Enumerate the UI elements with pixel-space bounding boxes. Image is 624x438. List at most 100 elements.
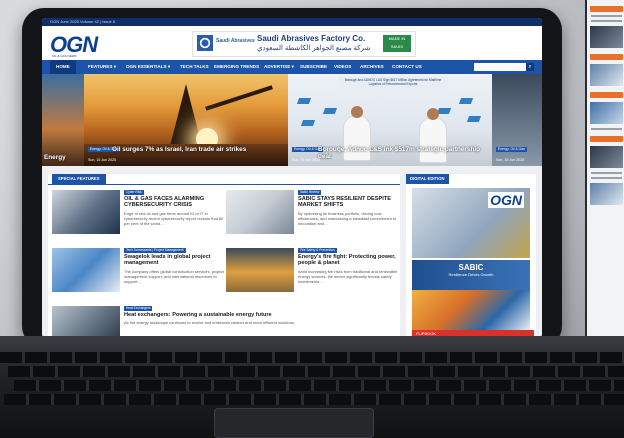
- sidebar-heading: DIGITAL EDITION: [406, 174, 449, 184]
- nav-home[interactable]: HOME: [50, 60, 76, 74]
- adnoc-logo-icon: [466, 116, 482, 122]
- key-row: [8, 366, 624, 377]
- article-card[interactable]: Fire Safety & Prevention Energy's fire f…: [226, 248, 398, 296]
- side-thumb: [590, 183, 623, 205]
- article-tag[interactable]: Fire Safety & Prevention: [298, 248, 337, 253]
- key-row: [4, 394, 624, 405]
- hero-edge-date: Sun, 15 Jun 2025: [496, 158, 525, 162]
- side-text-line: [591, 15, 622, 17]
- side-heading-bar: [590, 136, 623, 142]
- article-card[interactable]: Tech Turnarounds | Project Management Sw…: [52, 248, 224, 296]
- trackpad: [214, 408, 374, 438]
- site-header: OGN OIL & GAS NEWS Saudi Abrasives Saudi…: [42, 26, 542, 60]
- article-title[interactable]: Heat exchangers: Powering a sustainable …: [124, 312, 324, 318]
- adnoc-logo-icon: [322, 108, 338, 114]
- cover-bottom-image: [412, 290, 530, 330]
- article-title[interactable]: Energy's fire fight: Protecting power, p…: [298, 254, 398, 267]
- article-card[interactable]: Cyber Risk OIL & GAS FACES ALARMING CYBE…: [52, 190, 224, 238]
- nav-ogn-essentials[interactable]: OGN ESSENTIALS ▾: [126, 60, 170, 74]
- tablet-device: OGN June 2025 Volume 42 | Issue 6 OGN OI…: [22, 8, 562, 348]
- section-title: SPECIAL FEATURES: [52, 174, 106, 184]
- search-icon[interactable]: ⌕: [526, 63, 534, 71]
- nav-videos[interactable]: VIDEOS: [334, 60, 351, 74]
- side-text-line: [591, 128, 622, 130]
- nav-advertise[interactable]: ADVERTISE ▾: [264, 60, 294, 74]
- nav-subscribe[interactable]: SUBSCRIBE: [300, 60, 327, 74]
- nav-archives[interactable]: ARCHIVES: [360, 60, 384, 74]
- digital-edition-cover[interactable]: OGN SABIC Resilience Drives Growth FLIPB…: [412, 188, 534, 338]
- nav-tech-talks[interactable]: TECH TALKS: [180, 60, 209, 74]
- article-excerpt: As the energy landscape continues to evo…: [124, 320, 295, 325]
- article-title[interactable]: SABIC STAYS RESILIENT DESPITE MARKET SHI…: [298, 196, 398, 209]
- search-input[interactable]: ⌕: [474, 63, 534, 71]
- side-thumb: [590, 146, 623, 168]
- hero-edge-tag[interactable]: Energy, Oil & Gas: [496, 147, 527, 152]
- person-head: [351, 106, 363, 118]
- cover-feature: SABIC Resilience Drives Growth: [412, 260, 530, 290]
- hero-left-caption: Energy: [44, 154, 66, 161]
- article-excerpt: Edge of mid oil and gas firms around ID …: [124, 211, 224, 226]
- ad-badge: MADE IN SAUDI: [383, 35, 411, 52]
- key-row: [0, 352, 624, 363]
- hero-right-title[interactable]: Borouge, Adnoc L&S ink $517m strategic p…: [318, 146, 488, 160]
- content-area: SPECIAL FEATURES Cyber Risk OIL & GAS FA…: [42, 166, 542, 338]
- cover-image: OGN: [412, 188, 530, 258]
- side-text-line: [591, 177, 622, 179]
- hero-right-date: Sun, 15 Jun 2025: [292, 158, 321, 162]
- nav-contact-us[interactable]: CONTACT US: [392, 60, 422, 74]
- article-tag[interactable]: Tech Turnarounds | Project Management: [124, 248, 186, 253]
- side-thumb: [590, 64, 623, 86]
- article-tag[interactable]: Sabic Review: [298, 190, 322, 195]
- article-thumb[interactable]: [226, 248, 294, 292]
- side-thumb: [590, 102, 623, 124]
- article-excerpt: Amid increasing fire risks from traditio…: [298, 269, 398, 284]
- article-excerpt: The company offers global construction s…: [124, 269, 224, 284]
- side-heading-bar: [590, 6, 623, 12]
- cover-brand: SABIC: [458, 263, 484, 272]
- article-thumb[interactable]: [52, 248, 120, 292]
- adnoc-logo-icon: [436, 108, 452, 114]
- side-text-line: [591, 20, 622, 22]
- side-text-line: [591, 172, 622, 174]
- cover-subtitle: Resilience Drives Growth: [448, 272, 494, 277]
- ad-title: Saudi Abrasives Factory Co.: [257, 34, 366, 43]
- article-tag[interactable]: Cyber Risk: [124, 190, 144, 195]
- article-title[interactable]: Swagelok leads in global project managem…: [124, 254, 224, 267]
- top-strip: OGN June 2025 Volume 42 | Issue 6: [42, 18, 542, 26]
- nav-features[interactable]: FEATURES ▾: [88, 60, 116, 74]
- hero-slide-edge[interactable]: Energy, Oil & Gas Sun, 15 Jun 2025: [492, 74, 542, 166]
- ad-logo-icon: [197, 35, 213, 51]
- header-ad-banner[interactable]: Saudi Abrasives Saudi Abrasives Factory …: [192, 31, 416, 57]
- rig-crane: [205, 85, 273, 111]
- side-heading-bar: [590, 54, 623, 60]
- main-nav: HOME FEATURES ▾ OGN ESSENTIALS ▾ TECH TA…: [42, 60, 542, 74]
- tablet-screen: OGN June 2025 Volume 42 | Issue 6 OGN OI…: [42, 18, 542, 338]
- hero-slider: Energy Energy, Oil & Gas Oil surges 7% a…: [42, 74, 542, 166]
- adnoc-logo-icon: [300, 120, 316, 126]
- article-card[interactable]: Heat Exchangers Heat exchangers: Powerin…: [52, 306, 392, 338]
- special-features: SPECIAL FEATURES Cyber Risk OIL & GAS FA…: [48, 174, 400, 338]
- secondary-monitor: [585, 0, 624, 380]
- ad-brand: Saudi Abrasives: [216, 38, 255, 44]
- sidebar: DIGITAL EDITION OGN SABIC Resilience Dri…: [406, 174, 536, 338]
- article-thumb[interactable]: [52, 190, 120, 234]
- article-title[interactable]: OIL & GAS FACES ALARMING CYBERSECURITY C…: [124, 196, 224, 209]
- article-tag[interactable]: Heat Exchangers: [124, 306, 153, 311]
- agreement-banner-text: Borouge and ADNOC L&S Sign $517 Million …: [344, 78, 442, 86]
- article-thumb[interactable]: [226, 190, 294, 234]
- hero-slide-left[interactable]: Energy: [42, 74, 84, 166]
- hero-main-title[interactable]: Oil surges 7% as Israel, Iran trade air …: [112, 146, 284, 153]
- article-card[interactable]: Sabic Review SABIC STAYS RESILIENT DESPI…: [226, 190, 398, 238]
- adnoc-logo-icon: [296, 98, 312, 104]
- article-thumb[interactable]: [52, 306, 120, 338]
- logo-subtitle: OIL & GAS NEWS: [52, 54, 77, 58]
- hero-slide-right[interactable]: Borouge and ADNOC L&S Sign $517 Million …: [288, 74, 492, 166]
- key-row: [14, 380, 624, 391]
- hero-slide-main[interactable]: Energy, Oil & Gas Oil surges 7% as Israe…: [84, 74, 288, 166]
- side-thumb: [590, 26, 623, 48]
- side-heading-bar: [590, 92, 623, 98]
- nav-emerging-trends[interactable]: EMERGING TRENDS: [214, 60, 259, 74]
- adnoc-logo-icon: [458, 98, 474, 104]
- section-header: SPECIAL FEATURES: [48, 174, 400, 185]
- ad-arabic: شركة مصنع الجواهر الكاشطة السعودي: [257, 45, 371, 52]
